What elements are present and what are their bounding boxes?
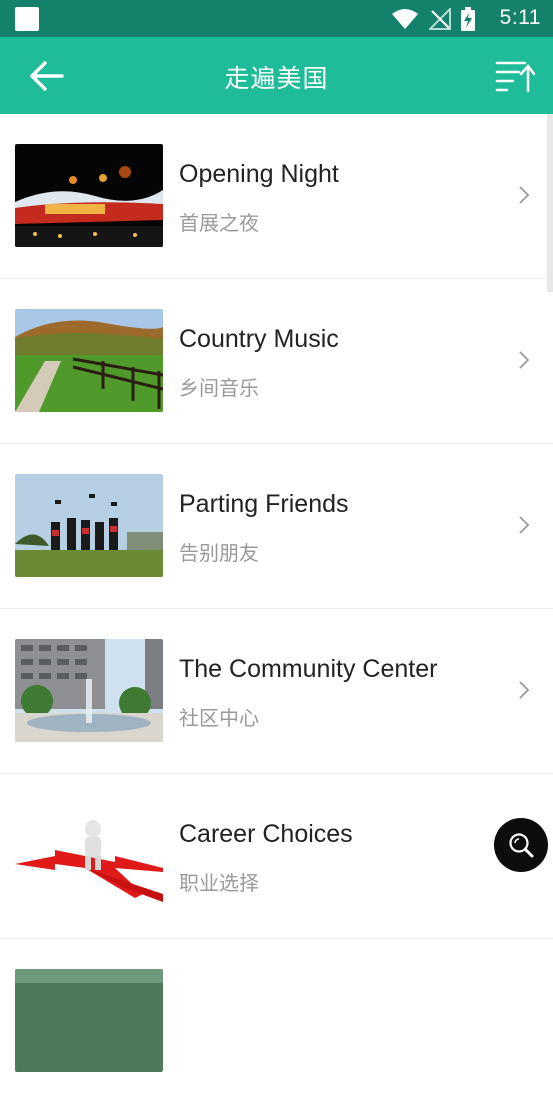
chevron-right-icon bbox=[519, 516, 530, 534]
list-item[interactable]: The Community Center 社区中心 bbox=[0, 609, 553, 774]
lesson-title: Parting Friends bbox=[179, 490, 349, 518]
search-icon bbox=[509, 833, 534, 858]
lesson-title: Career Choices bbox=[179, 820, 353, 848]
list-item[interactable]: Career Choices 职业选择 bbox=[0, 774, 553, 939]
no-signal-icon bbox=[429, 8, 451, 30]
lesson-thumbnail bbox=[15, 144, 163, 247]
lesson-thumbnail bbox=[15, 639, 163, 742]
lesson-subtitle: 职业选择 bbox=[179, 871, 259, 895]
lesson-thumbnail bbox=[15, 804, 163, 907]
lesson-subtitle: 首展之夜 bbox=[179, 211, 259, 235]
lesson-subtitle: 乡间音乐 bbox=[179, 376, 259, 400]
battery-charging-icon bbox=[461, 7, 475, 31]
chevron-right-icon bbox=[519, 681, 530, 699]
chevron-right-icon bbox=[519, 186, 530, 204]
chevron-right-icon bbox=[519, 351, 530, 369]
list-item[interactable]: Parting Friends 告别朋友 bbox=[0, 444, 553, 609]
sort-button[interactable] bbox=[495, 59, 536, 95]
notification-icon bbox=[15, 7, 39, 31]
scrollbar[interactable] bbox=[547, 114, 553, 292]
lesson-thumbnail bbox=[15, 969, 163, 1072]
lesson-subtitle: 社区中心 bbox=[179, 706, 259, 730]
list-item[interactable]: Country Music 乡间音乐 bbox=[0, 279, 553, 444]
sort-ascending-icon bbox=[495, 61, 536, 93]
lesson-subtitle: 告别朋友 bbox=[179, 541, 259, 565]
lesson-list: Opening Night 首展之夜 Country Music 乡间音乐 Pa… bbox=[0, 114, 553, 1103]
search-button[interactable] bbox=[494, 818, 548, 872]
lesson-title: The Community Center bbox=[179, 655, 438, 683]
list-item[interactable]: Opening Night 首展之夜 bbox=[0, 114, 553, 279]
list-item[interactable] bbox=[0, 939, 553, 1103]
app-bar: 走遍美国 bbox=[0, 37, 553, 114]
page-title: 走遍美国 bbox=[224, 64, 329, 93]
lesson-thumbnail bbox=[15, 309, 163, 412]
lesson-title: Opening Night bbox=[179, 160, 339, 188]
status-time: 5:11 bbox=[499, 6, 541, 29]
lesson-thumbnail bbox=[15, 474, 163, 577]
lesson-title: Country Music bbox=[179, 325, 339, 353]
wifi-icon bbox=[392, 9, 418, 29]
status-bar: 5:11 bbox=[0, 0, 553, 37]
